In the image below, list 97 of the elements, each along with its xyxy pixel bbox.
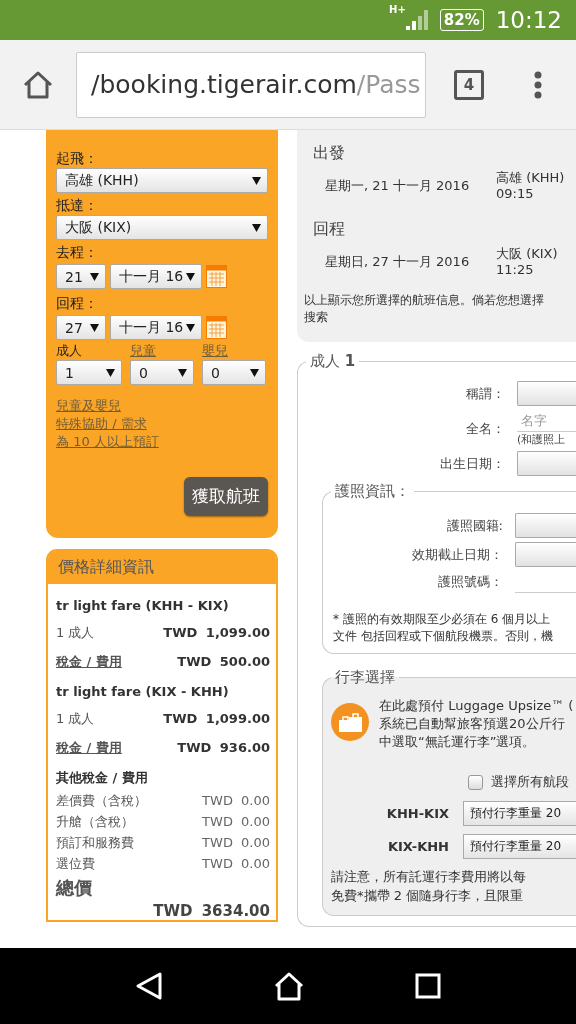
field-label: 出生日期： (440, 454, 505, 473)
month-select[interactable]: 十一月 16 (110, 264, 202, 289)
clock: 10:12 (495, 7, 562, 33)
fee-link[interactable]: 稅金 / 費用 (56, 733, 122, 762)
section-title: tr light fare (KHH - KIX) (56, 597, 230, 615)
fee-amount: TWD 1,099.00 (163, 624, 270, 642)
info-text: 中選取“無託運行李”選項。 (379, 733, 537, 751)
dropdown[interactable] (515, 513, 576, 538)
fee-label: 1 成人 (56, 624, 95, 642)
airport: 大阪 (KIX) (496, 246, 558, 262)
flight-time: 11:25 (496, 262, 534, 278)
battery-indicator: 82% (439, 9, 484, 31)
fee-amount: TWD 936.00 (177, 739, 270, 757)
caret-icon (252, 176, 261, 185)
passenger-count-select[interactable]: 0 (130, 360, 194, 385)
fee-link[interactable]: 稅金 / 費用 (56, 647, 122, 676)
field-label: 起飛： (56, 149, 99, 168)
recents-icon[interactable] (415, 973, 441, 999)
caret-icon (90, 272, 99, 281)
text-field[interactable]: 名字 (517, 410, 576, 432)
info-text: 免費*攜帶 2 個隨身行李，且限重 (331, 887, 525, 905)
fee-label: 選位費 (56, 855, 95, 873)
field-label: 效期截止日期： (412, 545, 503, 564)
fee-amount: TWD 0.00 (202, 834, 270, 852)
flight-time: 09:15 (496, 186, 534, 202)
leg-heading: 出發 (313, 142, 345, 164)
tab-switcher[interactable]: 4 (454, 69, 484, 100)
section-title: tr light fare (KIX - KHH) (56, 683, 230, 701)
address-bar[interactable]: /booking.tigerair.com/Pass (76, 51, 426, 118)
home-icon[interactable] (273, 971, 305, 1001)
info-text: 系統已自動幫旅客預選20公斤行 (379, 715, 566, 733)
field-hint: (和護照上 (517, 432, 567, 447)
caret-icon (90, 323, 99, 332)
airport: 高雄 (KHH) (496, 170, 565, 186)
dropdown[interactable] (515, 542, 576, 567)
panel-title: 成人 1 (309, 352, 357, 371)
fee-amount: TWD 0.00 (202, 813, 270, 831)
day-select[interactable]: 21 (56, 264, 106, 289)
passenger-count-select[interactable]: 0 (202, 360, 266, 385)
back-icon[interactable] (135, 971, 163, 1001)
caret-icon (186, 323, 195, 332)
passenger-count-select[interactable]: 1 (56, 360, 122, 385)
info-text: 在此處預付 Luggage Upsize™ ( (379, 697, 574, 715)
home-icon[interactable] (22, 69, 54, 100)
caret-icon (178, 368, 187, 377)
fee-amount: TWD 500.00 (177, 653, 270, 671)
caret-icon (186, 272, 195, 281)
menu-icon[interactable] (534, 70, 542, 99)
luggage-icon (331, 703, 369, 741)
panel-title: 護照資訊： (334, 482, 411, 501)
baggage-select[interactable]: 預付行李重量 20 (463, 834, 576, 859)
fee-label: 差價費（含稅） (56, 792, 147, 810)
day-select[interactable]: 27 (56, 315, 106, 340)
panel-title: 行李選擇 (334, 668, 396, 687)
baggage-select[interactable]: 預付行李重量 20 (463, 801, 576, 826)
field-label: 成人 (56, 342, 82, 360)
info-text: 搜索 (304, 309, 329, 326)
destination-select[interactable]: 大阪 (KIX) (56, 215, 268, 240)
flight-date: 星期日, 27 十一月 2016 (325, 253, 471, 271)
section-title: 其他稅金 / 費用 (56, 769, 149, 787)
field-label: 回程： (56, 294, 99, 313)
signal-icon (403, 8, 428, 32)
caret-icon (252, 223, 261, 232)
month-select[interactable]: 十一月 16 (110, 315, 202, 340)
panel-title: 價格詳細資訊 (48, 551, 276, 584)
fee-label: 1 成人 (56, 710, 95, 728)
fee-label: 升艙（含稅） (56, 813, 134, 831)
field-label: 全名： (466, 419, 505, 438)
field-label: 抵達： (56, 196, 99, 215)
field-label: 護照號碼： (438, 573, 503, 591)
dropdown[interactable] (517, 451, 576, 476)
info-text: * 護照的有效期限至少必須在 6 個月以上 (333, 611, 552, 628)
info-text: 請注意，所有託運行李費用將以每 (331, 868, 527, 886)
select-all-checkbox[interactable]: 選擇所有航段 (468, 773, 576, 791)
caret-icon (250, 368, 259, 377)
fee-amount: TWD 0.00 (202, 855, 270, 873)
caret-icon (106, 368, 115, 377)
route-label: KHH-KIX (386, 806, 449, 821)
leg-heading: 回程 (313, 218, 345, 240)
dropdown[interactable] (517, 381, 576, 406)
calendar-icon[interactable] (206, 316, 227, 339)
total-amount: TWD 3634.00 (153, 902, 270, 920)
fee-label: 預訂和服務費 (56, 834, 134, 852)
total-label: 總價 (56, 876, 92, 900)
info-text: 文件 包括回程或下個航段機票。否則，機 (333, 628, 554, 645)
origin-select[interactable]: 高雄 (KHH) (56, 168, 268, 193)
field-label: 去程： (56, 243, 99, 262)
fee-amount: TWD 1,099.00 (163, 710, 270, 728)
network-type: H+ (389, 4, 406, 15)
info-text: 以上顯示您所選擇的航班信息。倘若您想選擇 (304, 292, 545, 309)
fee-amount: TWD 0.00 (202, 792, 270, 810)
route-label: KIX-KHH (387, 839, 449, 854)
flight-date: 星期一, 21 十一月 2016 (325, 177, 471, 195)
calendar-icon[interactable] (206, 265, 227, 288)
field-label: 護照國籍: (446, 516, 503, 535)
field-label: 稱謂： (466, 384, 505, 403)
search-flights-button[interactable]: 獲取航班 (184, 477, 268, 516)
